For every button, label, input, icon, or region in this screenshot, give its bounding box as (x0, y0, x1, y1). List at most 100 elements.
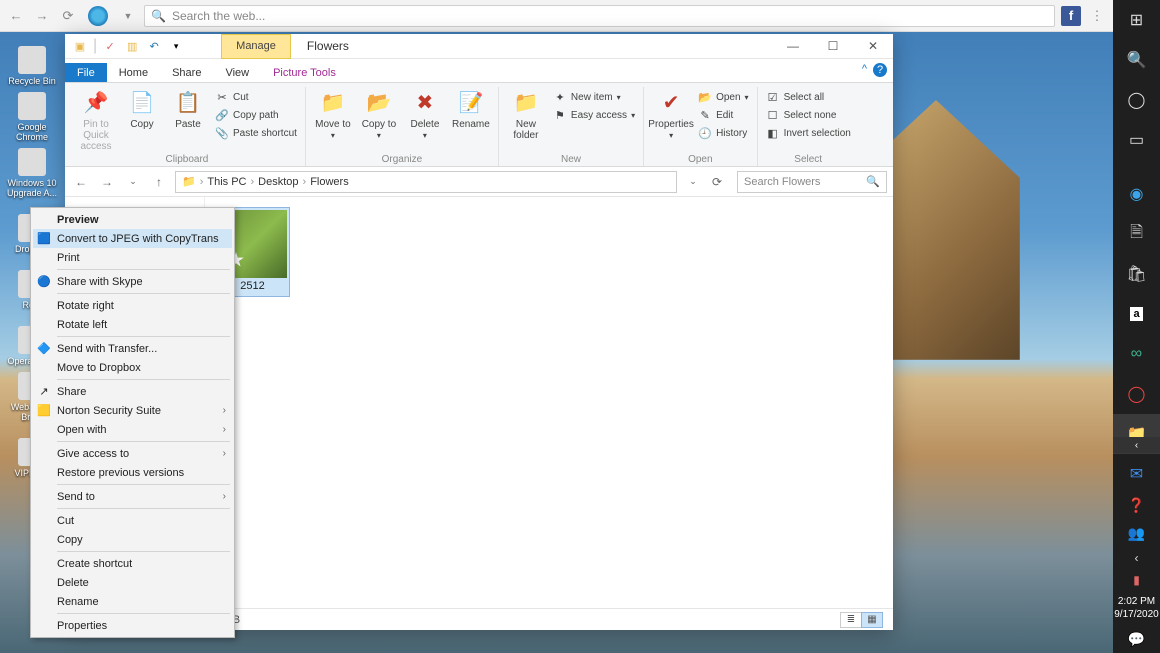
refresh-button[interactable]: ⟳ (707, 172, 727, 192)
facebook-icon[interactable]: f (1061, 6, 1081, 26)
breadcrumb-item[interactable]: Flowers (310, 176, 349, 188)
context-menu-item[interactable]: Rename (33, 592, 232, 611)
context-menu-item[interactable]: Send to› (33, 487, 232, 506)
context-menu-item[interactable]: Properties (33, 616, 232, 635)
up-button[interactable]: ↑ (149, 172, 169, 192)
undo-icon[interactable]: ↶ (145, 37, 163, 55)
back-button[interactable]: ← (71, 172, 91, 192)
open-button[interactable]: 📂Open ▾ (696, 89, 750, 105)
recent-dropdown[interactable]: ⌄ (123, 172, 143, 192)
ie-dropdown[interactable]: ▼ (118, 6, 138, 26)
desktop-icon[interactable]: Windows 10 Upgrade A... (4, 148, 60, 200)
breadcrumb-item[interactable]: Desktop (258, 176, 298, 188)
mail-icon[interactable]: ✉ (1113, 454, 1160, 494)
rename-button[interactable]: 📝Rename (450, 87, 492, 152)
copy-button[interactable]: 📄 Copy (121, 87, 163, 152)
qat-dropdown[interactable]: ▾ (167, 37, 185, 55)
cut-button[interactable]: ✂Cut (213, 89, 299, 105)
move-to-button[interactable]: 📁Move to▾ (312, 87, 354, 152)
chevron-left-icon[interactable]: ‹ (1113, 547, 1160, 569)
context-menu-item[interactable]: Delete (33, 573, 232, 592)
minimize-button[interactable]: — (773, 34, 813, 59)
opera-icon[interactable]: ◯ (1113, 374, 1160, 414)
edit-button[interactable]: ✎Edit (696, 107, 750, 123)
menu-button[interactable]: ⋮ (1087, 6, 1107, 26)
back-button[interactable]: ← (6, 6, 26, 26)
menu-item-label: Restore previous versions (57, 467, 184, 479)
desktop-icon[interactable]: Recycle Bin (4, 36, 60, 88)
context-menu-item[interactable]: Print (33, 248, 232, 267)
breadcrumb-item[interactable]: This PC (207, 176, 246, 188)
cortana-icon[interactable]: ◯ (1113, 80, 1160, 120)
easy-access-button[interactable]: ⚑Easy access ▾ (551, 107, 637, 123)
context-menu-item[interactable]: Open with› (33, 420, 232, 439)
start-icon[interactable]: ⊞ (1113, 0, 1160, 40)
tab-file[interactable]: File (65, 63, 107, 82)
help-icon[interactable]: ? (873, 63, 887, 77)
content-pane[interactable]: ✓ 2512 (205, 197, 893, 608)
tab-picture-tools[interactable]: Picture Tools (261, 63, 348, 82)
context-menu-item[interactable]: Preview (33, 210, 232, 229)
context-menu-item[interactable]: Restore previous versions (33, 463, 232, 482)
details-view-button[interactable]: ≣ (840, 612, 862, 628)
delete-button[interactable]: ✖Delete▾ (404, 87, 446, 152)
context-menu-item[interactable]: Copy (33, 530, 232, 549)
amazon-icon[interactable]: a (1113, 294, 1160, 334)
forward-button[interactable]: → (32, 6, 52, 26)
context-menu-item[interactable]: ↗Share (33, 382, 232, 401)
task-view-icon[interactable]: ▭ (1113, 120, 1160, 160)
context-menu-item[interactable]: 🟦Convert to JPEG with CopyTrans (33, 229, 232, 248)
folder-icon[interactable]: ▣ (71, 37, 89, 55)
context-menu-item[interactable]: 🔵Share with Skype (33, 272, 232, 291)
breadcrumb-dropdown[interactable]: ⌄ (683, 172, 703, 192)
new-item-button[interactable]: ✦New item ▾ (551, 89, 637, 105)
system-clock[interactable]: 2:02 PM 9/17/2020 (1114, 591, 1159, 625)
search-icon[interactable]: 🔍 (1113, 40, 1160, 80)
tray-icon[interactable]: ▮ (1113, 569, 1160, 591)
search-field[interactable]: Search Flowers 🔍 (737, 171, 887, 193)
document-icon[interactable]: 🗎 (1113, 214, 1160, 254)
thumbnails-view-button[interactable]: ▦ (861, 612, 883, 628)
new-folder-button[interactable]: 📁New folder (505, 87, 547, 152)
ie-icon[interactable] (88, 6, 108, 26)
context-menu-item[interactable]: Create shortcut (33, 554, 232, 573)
properties-button[interactable]: ✔Properties▾ (650, 87, 692, 152)
context-menu-item[interactable]: 🟨Norton Security Suite› (33, 401, 232, 420)
context-menu-item[interactable]: Give access to› (33, 444, 232, 463)
copy-to-button[interactable]: 📂Copy to▾ (358, 87, 400, 152)
tab-view[interactable]: View (213, 63, 261, 82)
maximize-button[interactable]: ☐ (813, 34, 853, 59)
paste-button[interactable]: 📋 Paste (167, 87, 209, 152)
pin-quick-access-button[interactable]: 📌 Pin to Quick access (75, 87, 117, 152)
manage-context-tab[interactable]: Manage (221, 34, 291, 59)
collapse-ribbon-icon[interactable]: ^ (862, 63, 867, 77)
context-menu-item[interactable]: Rotate right (33, 296, 232, 315)
select-none-button[interactable]: ☐Select none (764, 107, 853, 123)
context-menu-item[interactable]: Cut (33, 511, 232, 530)
people-icon[interactable]: 👥 (1113, 519, 1160, 547)
app-icon[interactable]: ∞ (1113, 334, 1160, 374)
context-menu-item[interactable]: Move to Dropbox (33, 358, 232, 377)
show-hidden-icons[interactable]: ‹ (1113, 437, 1160, 453)
forward-button[interactable]: → (97, 172, 117, 192)
new-folder-icon[interactable]: ▥ (123, 37, 141, 55)
copy-path-button[interactable]: 🔗Copy path (213, 107, 299, 123)
tab-home[interactable]: Home (107, 63, 160, 82)
context-menu-item[interactable]: Rotate left (33, 315, 232, 334)
breadcrumb[interactable]: 📁 › This PC › Desktop › Flowers (175, 171, 677, 193)
notifications-icon[interactable]: 💬 (1113, 625, 1160, 653)
properties-icon[interactable]: ✓ (101, 37, 119, 55)
select-all-button[interactable]: ☑Select all (764, 89, 853, 105)
desktop-icon[interactable]: Google Chrome (4, 92, 60, 144)
reload-button[interactable]: ⟳ (58, 6, 78, 26)
store-icon[interactable]: 🛍 (1113, 254, 1160, 294)
help-tray-icon[interactable]: ❓ (1113, 491, 1160, 519)
edge-icon[interactable]: ◉ (1113, 174, 1160, 214)
context-menu-item[interactable]: 🔷Send with Transfer... (33, 339, 232, 358)
close-button[interactable]: ✕ (853, 34, 893, 59)
tab-share[interactable]: Share (160, 63, 213, 82)
paste-shortcut-button[interactable]: 📎Paste shortcut (213, 125, 299, 141)
search-input[interactable]: 🔍 Search the web... (144, 5, 1055, 27)
history-button[interactable]: 🕘History (696, 125, 750, 141)
invert-selection-button[interactable]: ◧Invert selection (764, 125, 853, 141)
